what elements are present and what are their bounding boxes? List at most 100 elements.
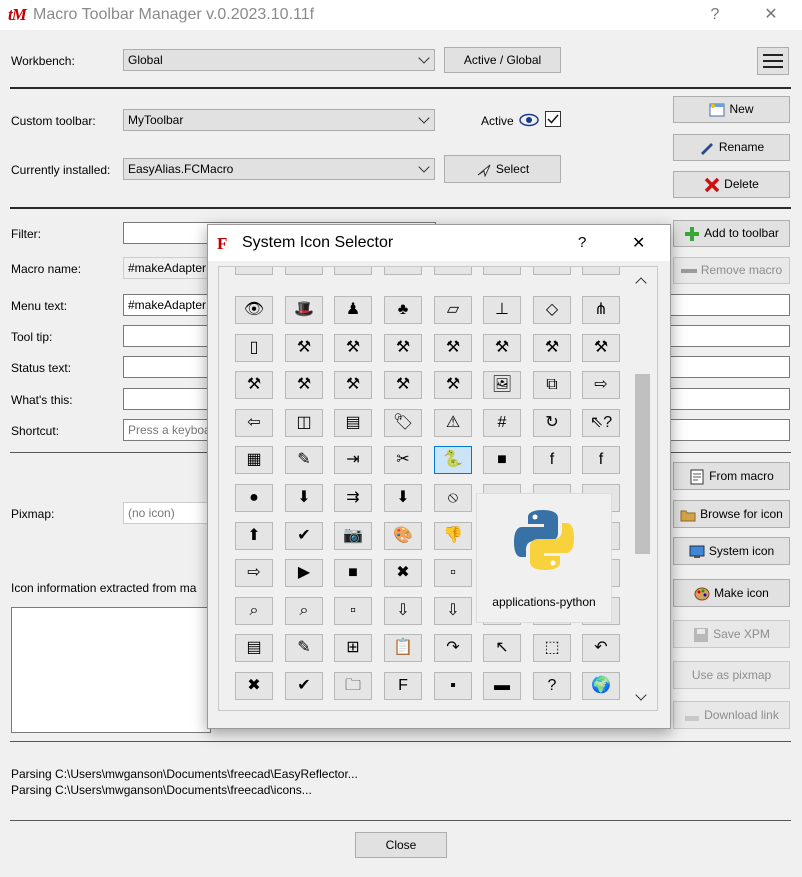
icon-cell[interactable]: ⚒ bbox=[483, 333, 521, 362]
icon-cell[interactable]: F bbox=[384, 672, 422, 700]
icon-cell[interactable]: ⇩ bbox=[384, 596, 422, 625]
icon-cell[interactable]: 👁 bbox=[235, 296, 273, 324]
icon-cell[interactable]: ⚠ bbox=[434, 408, 472, 437]
icon-cell[interactable] bbox=[582, 267, 620, 275]
icon-cell[interactable] bbox=[483, 709, 521, 710]
icon-cell[interactable]: ⊥ bbox=[483, 296, 521, 324]
icon-cell[interactable]: ⇨ bbox=[235, 559, 273, 588]
icon-cell[interactable] bbox=[334, 267, 372, 275]
save-xpm-button[interactable]: Save XPM bbox=[673, 620, 790, 648]
icon-cell[interactable]: ⚒ bbox=[582, 333, 620, 362]
icon-cell[interactable]: ✎ bbox=[285, 446, 323, 475]
icon-cell[interactable]: ⚒ bbox=[334, 333, 372, 362]
icon-cell[interactable]: ⇥ bbox=[334, 446, 372, 475]
icon-cell[interactable]: 🏷 bbox=[384, 408, 422, 437]
icon-cell[interactable]: ⇉ bbox=[334, 484, 372, 512]
icon-cell[interactable]: ⬆ bbox=[235, 521, 273, 550]
icon-cell[interactable]: ● bbox=[235, 484, 273, 512]
icon-cell[interactable]: 🌍 bbox=[582, 672, 620, 700]
icon-cell[interactable]: ⚒ bbox=[235, 371, 273, 400]
icon-cell[interactable]: ↷ bbox=[434, 634, 472, 663]
icon-cell[interactable]: ⚒ bbox=[334, 371, 372, 400]
icon-info-textarea[interactable] bbox=[11, 607, 211, 733]
icon-cell[interactable]: 🎨 bbox=[384, 521, 422, 550]
icon-cell[interactable] bbox=[582, 709, 620, 710]
icon-cell[interactable]: ? bbox=[533, 672, 571, 700]
dialog-scrollbar[interactable] bbox=[634, 269, 651, 709]
dialog-help-button[interactable]: ? bbox=[578, 234, 586, 251]
icon-cell[interactable] bbox=[384, 267, 422, 275]
icon-cell[interactable] bbox=[434, 267, 472, 275]
icon-cell[interactable]: ✔ bbox=[285, 672, 323, 700]
pixmap-input[interactable]: (no icon) bbox=[123, 502, 213, 524]
add-to-toolbar-button[interactable]: Add to toolbar bbox=[673, 220, 790, 247]
icon-cell[interactable] bbox=[334, 709, 372, 710]
icon-cell[interactable]: ⚒ bbox=[384, 333, 422, 362]
icon-cell[interactable]: 👎 bbox=[434, 521, 472, 550]
from-macro-button[interactable]: From macro bbox=[673, 462, 790, 490]
icon-cell[interactable]: ▬ bbox=[483, 672, 521, 700]
icon-cell[interactable]: ▦ bbox=[235, 446, 273, 475]
icon-cell[interactable] bbox=[285, 709, 323, 710]
icon-cell[interactable]: ⚒ bbox=[434, 333, 472, 362]
icon-cell[interactable] bbox=[285, 267, 323, 275]
icon-cell[interactable]: 🎩 bbox=[285, 296, 323, 324]
icon-cell[interactable]: f bbox=[533, 446, 571, 475]
icon-cell[interactable]: ▤ bbox=[235, 634, 273, 663]
icon-cell[interactable]: ▤ bbox=[334, 408, 372, 437]
icon-cell[interactable] bbox=[483, 267, 521, 275]
icon-cell[interactable]: # bbox=[483, 408, 521, 437]
icon-cell[interactable]: ⚒ bbox=[384, 371, 422, 400]
icon-cell[interactable]: ⊞ bbox=[334, 634, 372, 663]
icon-cell[interactable]: ⬚ bbox=[533, 634, 571, 663]
active-checkbox[interactable] bbox=[545, 111, 561, 127]
icon-cell[interactable]: ⚒ bbox=[434, 371, 472, 400]
delete-button[interactable]: Delete bbox=[673, 171, 790, 198]
icon-cell[interactable]: ⌕ bbox=[285, 596, 323, 625]
icon-cell[interactable]: ⇩ bbox=[434, 596, 472, 625]
icon-cell[interactable]: ✂ bbox=[384, 446, 422, 475]
icon-cell[interactable]: ▱ bbox=[434, 296, 472, 324]
rename-button[interactable]: Rename bbox=[673, 134, 790, 161]
close-button[interactable]: Close bbox=[355, 832, 447, 858]
icon-cell[interactable]: ⇦ bbox=[235, 408, 273, 437]
new-button[interactable]: New bbox=[673, 96, 790, 123]
icon-cell[interactable]: ⇨ bbox=[582, 371, 620, 400]
icon-cell[interactable]: 📷 bbox=[334, 521, 372, 550]
icon-cell[interactable]: ✖ bbox=[384, 559, 422, 588]
icon-cell[interactable]: ▪ bbox=[434, 672, 472, 700]
icon-cell[interactable] bbox=[235, 709, 273, 710]
active-global-button[interactable]: Active / Global bbox=[444, 47, 561, 73]
help-button[interactable]: ? bbox=[700, 4, 730, 26]
icon-cell[interactable]: ↻ bbox=[533, 408, 571, 437]
icon-cell[interactable] bbox=[533, 709, 571, 710]
icon-cell[interactable]: ⬇ bbox=[384, 484, 422, 512]
browse-for-icon-button[interactable]: Browse for icon bbox=[673, 500, 790, 528]
window-close-button[interactable]: ✕ bbox=[756, 4, 786, 26]
icon-cell[interactable] bbox=[434, 709, 472, 710]
icon-cell[interactable]: ⬇ bbox=[285, 484, 323, 512]
icon-cell[interactable]: ⚒ bbox=[285, 371, 323, 400]
icon-cell[interactable]: ■ bbox=[483, 446, 521, 475]
icon-cell[interactable]: ⚒ bbox=[285, 333, 323, 362]
workbench-combo[interactable]: Global bbox=[123, 49, 435, 71]
icon-cell[interactable]: ⧉ bbox=[533, 371, 571, 400]
icon-cell[interactable]: ✔ bbox=[285, 521, 323, 550]
icon-cell[interactable]: ⚒ bbox=[533, 333, 571, 362]
menu-button[interactable] bbox=[757, 47, 789, 75]
icon-cell[interactable] bbox=[235, 267, 273, 275]
icon-cell[interactable]: ▫ bbox=[334, 596, 372, 625]
icon-cell[interactable]: ♣ bbox=[384, 296, 422, 324]
select-button[interactable]: Select bbox=[444, 155, 561, 183]
icon-cell[interactable]: 🐍 bbox=[434, 446, 472, 475]
icon-cell[interactable]: ↖ bbox=[483, 634, 521, 663]
use-as-pixmap-button[interactable]: Use as pixmap bbox=[673, 661, 790, 689]
remove-macro-button[interactable]: Remove macro bbox=[673, 257, 790, 284]
icon-cell[interactable]: 📋 bbox=[384, 634, 422, 663]
icon-cell[interactable]: ⌕ bbox=[235, 596, 273, 625]
download-link-button[interactable]: Download link bbox=[673, 701, 790, 729]
icon-cell[interactable]: 🗀 bbox=[334, 672, 372, 700]
icon-cell[interactable]: ♟ bbox=[334, 296, 372, 324]
icon-cell[interactable] bbox=[384, 709, 422, 710]
custom-toolbar-combo[interactable]: MyToolbar bbox=[123, 109, 435, 131]
